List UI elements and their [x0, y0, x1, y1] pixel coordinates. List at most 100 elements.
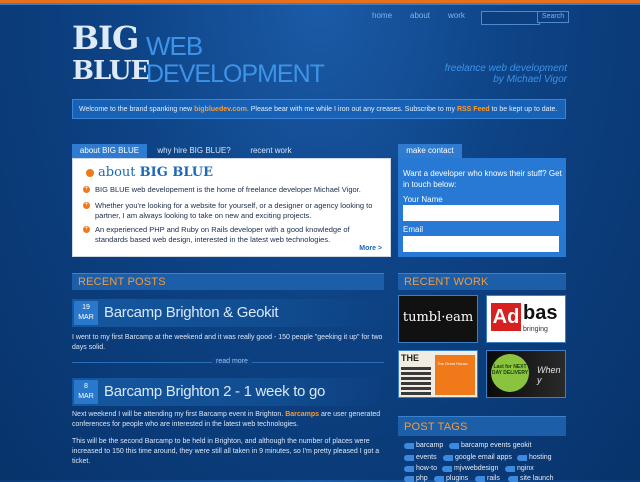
- tag-label: events: [416, 454, 437, 461]
- post-day: 19: [82, 304, 90, 311]
- post-day: 8: [84, 383, 88, 390]
- tag-barcamp-events-geokit[interactable]: barcamp events geokit: [449, 442, 531, 449]
- nav-about[interactable]: about: [410, 11, 430, 20]
- about-bullet-2: + Whether you're looking for a website fo…: [83, 201, 383, 221]
- post-month: MAR: [78, 314, 94, 321]
- welcome-text-2: . Please bear with me while I iron out a…: [246, 106, 457, 113]
- logo-blue[interactable]: BLUE: [72, 56, 150, 86]
- work-thumb-label: THE: [401, 353, 419, 363]
- tag-php[interactable]: php: [404, 475, 428, 482]
- tag-icon: [404, 455, 414, 461]
- contact-panel: Want a developer who knows their stuff? …: [398, 158, 566, 257]
- welcome-bar: Welcome to the brand spanking new bigblu…: [72, 99, 566, 119]
- search-input[interactable]: [481, 11, 540, 25]
- work-thumb-label-2: When y: [537, 365, 561, 385]
- work-thumb-great-house[interactable]: THE The Great House: [398, 350, 478, 398]
- recent-work-heading: RECENT WORK: [398, 273, 566, 290]
- tag-label: nginx: [517, 465, 534, 472]
- about-bullet-1: + BIG BLUE web developement is the home o…: [83, 185, 383, 195]
- logo-big[interactable]: BIG: [72, 22, 139, 54]
- post-header: 8 MAR Barcamp Brighton 2 - 1 week to go: [72, 378, 384, 406]
- tag-icon: [404, 466, 414, 472]
- tag-nginx[interactable]: nginx: [505, 465, 534, 472]
- tag-icon: [508, 476, 518, 482]
- post-2: 8 MAR Barcamp Brighton 2 - 1 week to go N…: [72, 378, 384, 480]
- work-thumb-delivery[interactable]: Last for NEXT DAY DELIVERY When y: [486, 350, 566, 398]
- tag-label: plugins: [446, 475, 469, 482]
- plus-icon: +: [83, 226, 90, 233]
- tag-events[interactable]: events: [404, 454, 437, 461]
- tag-hosting[interactable]: hosting: [517, 454, 552, 461]
- tag-icon: [442, 466, 452, 472]
- nav-work[interactable]: work: [448, 11, 465, 20]
- tagline-line1: freelance web development: [444, 63, 567, 74]
- tag-google-email-apps[interactable]: google email apps: [443, 454, 512, 461]
- rss-feed-link[interactable]: RSS Feed: [457, 106, 490, 113]
- tagline: freelance web development by Michael Vig…: [445, 63, 567, 85]
- about-title-brand: BIG BLUE: [139, 165, 214, 180]
- date-badge: 19 MAR: [74, 301, 98, 325]
- work-thumb-label-2: bas: [523, 302, 558, 324]
- top-accent-line-blue: [0, 3, 640, 5]
- tag-rails[interactable]: rails: [475, 475, 500, 482]
- work-thumb-adbas[interactable]: Ad bas bringing: [486, 295, 566, 343]
- tag-label: barcamp: [416, 442, 444, 449]
- barcamps-link[interactable]: Barcamps: [285, 411, 319, 418]
- tag-icon: [404, 476, 414, 482]
- tag-how-to[interactable]: how-to: [404, 465, 437, 472]
- tag-barcamp[interactable]: barcamp: [404, 442, 443, 449]
- post-title[interactable]: Barcamp Brighton & Geokit: [104, 301, 279, 325]
- post-1: 19 MAR Barcamp Brighton & Geokit I went t…: [72, 299, 384, 369]
- tag-label: how-to: [416, 465, 438, 472]
- welcome-text-1: Welcome to the brand spanking new: [79, 106, 195, 113]
- work-thumb-label: tumbl·eam: [402, 310, 474, 325]
- about-title-prefix: about: [98, 165, 136, 180]
- about-bullet-3-text: An experienced PHP and Ruby on Rails dev…: [95, 225, 350, 244]
- work-thumb-label: Ad: [491, 303, 521, 331]
- name-field[interactable]: [403, 205, 559, 221]
- about-bullet-3: + An experienced PHP and Ruby on Rails de…: [83, 225, 383, 245]
- recent-posts-heading: RECENT POSTS: [72, 273, 384, 290]
- tag-plugins[interactable]: plugins: [434, 475, 468, 482]
- about-panel: about BIG BLUE + BIG BLUE web developemen…: [72, 158, 391, 257]
- post-body-paragraph-2: This will be the second Barcamp to be he…: [72, 438, 380, 465]
- tag-label: php: [416, 475, 428, 482]
- email-field[interactable]: [403, 236, 559, 252]
- site-link[interactable]: bigbluedev.com: [194, 106, 247, 113]
- date-badge: 8 MAR: [74, 380, 98, 404]
- contact-intro: Want a developer who knows their stuff? …: [403, 169, 562, 189]
- work-thumb-graphic: [401, 365, 431, 395]
- work-thumb-tumbleam[interactable]: tumbl·eam: [398, 295, 478, 343]
- logo-development: DEVELOPMENT: [146, 60, 325, 88]
- tag-label: mjvwebdesign: [454, 465, 499, 472]
- post-title[interactable]: Barcamp Brighton 2 - 1 week to go: [104, 380, 325, 404]
- nav-home[interactable]: home: [372, 11, 392, 20]
- post-header: 19 MAR Barcamp Brighton & Geokit: [72, 299, 384, 327]
- work-thumb-label-3: bringing: [523, 326, 548, 333]
- read-more-link[interactable]: read more: [212, 358, 252, 365]
- work-thumb-label: Last for NEXT DAY DELIVERY: [491, 354, 529, 392]
- search-button[interactable]: Search: [537, 11, 569, 23]
- contact-tab[interactable]: make contact: [398, 144, 462, 158]
- tag-label: rails: [487, 475, 500, 482]
- about-title: about BIG BLUE: [86, 165, 213, 180]
- post-body-text-1: Next weekend I will be attending my firs…: [72, 411, 286, 418]
- email-label: Email: [403, 225, 424, 234]
- welcome-text-3: to be kept up to date.: [489, 106, 558, 113]
- about-bullet-1-text: BIG BLUE web developement is the home of…: [95, 185, 361, 194]
- tag-icon: [434, 476, 444, 482]
- tag-label: hosting: [529, 454, 552, 461]
- tag-mjvwebdesign[interactable]: mjvwebdesign: [442, 465, 498, 472]
- work-thumb-label-2: The Great House: [437, 361, 468, 366]
- tag-icon: [475, 476, 485, 482]
- info-icon: [86, 168, 94, 177]
- tag-icon: [505, 466, 515, 472]
- post-body: Next weekend I will be attending my firs…: [72, 410, 384, 430]
- tag-site-launch[interactable]: site launch: [508, 475, 553, 482]
- more-link[interactable]: More >: [359, 245, 382, 252]
- post-month: MAR: [78, 393, 94, 400]
- logo-web: WEB: [146, 31, 203, 61]
- tag-label: barcamp events geokit: [461, 442, 532, 449]
- tagline-line2: by Michael Vigor: [493, 74, 567, 85]
- tag-icon: [404, 443, 414, 449]
